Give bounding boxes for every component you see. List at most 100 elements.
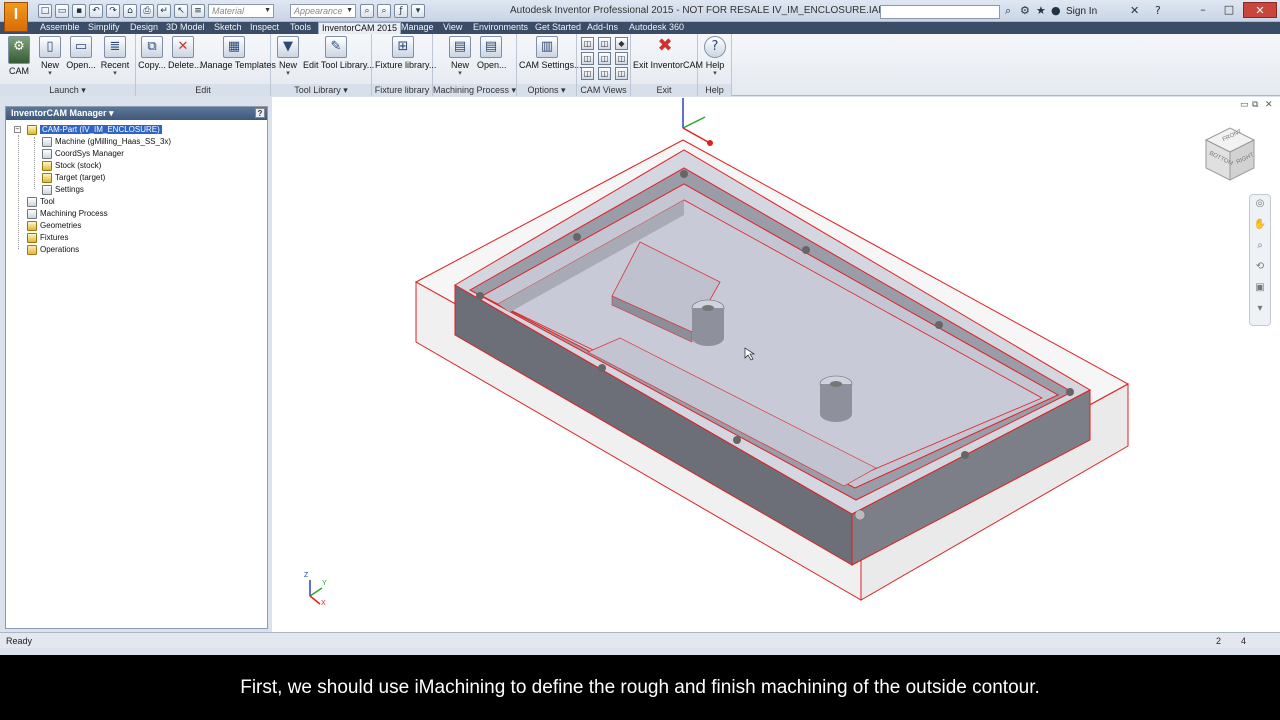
sign-in-link[interactable]: Sign In <box>1066 6 1097 17</box>
viewport-minimize-icon[interactable]: ▭ <box>1240 100 1249 110</box>
launch-panel: ⚙ CAM ▯ New ▾ ▭ Open... ≣ Recent ▾ Launch … <box>0 34 136 96</box>
formula-icon[interactable]: ƒ <box>394 4 408 18</box>
copy-button[interactable]: ⧉ Copy... <box>138 36 166 70</box>
tab-inspect[interactable]: Inspect <box>247 22 282 34</box>
manage-templates-button[interactable]: ▦ Manage Templates <box>200 36 276 70</box>
tab-tools[interactable]: Tools <box>287 22 314 34</box>
viewport-close-icon[interactable]: ✕ <box>1265 100 1273 110</box>
exit-inventorcam-button[interactable]: ✖ Exit InventorCAM <box>633 36 703 71</box>
print-icon[interactable]: ⎙ <box>140 4 154 18</box>
view-cube-icon[interactable]: ◫ <box>615 52 628 65</box>
search-icon[interactable]: ⌕ <box>1005 4 1011 18</box>
view-cube-icon[interactable]: ◫ <box>598 67 611 80</box>
return-icon[interactable]: ↵ <box>157 4 171 18</box>
favorites-star-icon[interactable]: ★ <box>1036 4 1046 17</box>
home-icon[interactable]: ⌂ <box>123 4 137 18</box>
graphics-viewport[interactable]: ▭ ⧉ ✕ <box>272 97 1280 632</box>
tab-sketch[interactable]: Sketch <box>211 22 245 34</box>
fixture-library-button[interactable]: ⊞ Fixture library... <box>375 36 436 70</box>
new-machining-process-button[interactable]: ▤ New ▾ <box>449 36 471 78</box>
manager-header[interactable]: InventorCAM Manager ▾ ? <box>6 107 267 120</box>
view-cube-icon[interactable]: ◫ <box>581 52 594 65</box>
status-text: Ready <box>6 636 33 646</box>
help-icon[interactable]: ? <box>1155 4 1161 17</box>
machining-process-panel-label[interactable]: Machining Process ▾ <box>433 84 516 96</box>
steering-wheel-icon[interactable]: ◎ <box>1250 198 1270 216</box>
tab-add-ins[interactable]: Add-Ins <box>584 22 621 34</box>
select-icon[interactable]: ↖ <box>174 4 188 18</box>
tree-item-machine[interactable]: Machine (gMilling_Haas_SS_3x) <box>42 136 171 147</box>
magnify-icon[interactable]: ⌕ <box>377 4 391 18</box>
tab-inventorcam-2015[interactable]: InventorCAM 2015 <box>318 22 402 34</box>
maximize-button[interactable]: □ <box>1216 2 1242 18</box>
tab-manage[interactable]: Manage <box>398 22 437 34</box>
open-file-icon[interactable]: ▭ <box>55 4 69 18</box>
delete-button[interactable]: ✕ Delete... <box>168 36 202 70</box>
pan-hand-icon[interactable]: ✋ <box>1250 219 1270 237</box>
new-cam-part-button[interactable]: ▯ New ▾ <box>38 36 62 78</box>
view-cube-icon[interactable]: ◫ <box>615 67 628 80</box>
cam-settings-button[interactable]: ▥ CAM Settings... <box>519 36 582 70</box>
tab-environments[interactable]: Environments <box>470 22 531 34</box>
appearance-dropdown[interactable]: Appearance ▼ <box>290 4 356 18</box>
open-cam-part-button[interactable]: ▭ Open... <box>66 36 96 70</box>
target-icon <box>42 172 52 183</box>
manager-help-icon[interactable]: ? <box>255 108 265 118</box>
application-menu-button[interactable]: I <box>4 2 28 32</box>
close-button[interactable]: ✕ <box>1243 2 1277 18</box>
zoom-icon[interactable]: ⌕ <box>360 4 374 18</box>
view-cube-icon[interactable]: ◆ <box>615 37 628 50</box>
new-tool-library-button[interactable]: ▼ New ▾ <box>277 36 299 78</box>
orbit-icon[interactable]: ⟲ <box>1250 261 1270 279</box>
tab-assemble[interactable]: Assemble <box>37 22 83 34</box>
edit-tool-library-button[interactable]: ✎ Edit Tool Library... <box>303 36 374 70</box>
tab-get-started[interactable]: Get Started <box>532 22 584 34</box>
tab-design[interactable]: Design <box>127 22 161 34</box>
tree-item-machining-process[interactable]: Machining Process <box>27 208 108 219</box>
tab-view[interactable]: View <box>440 22 465 34</box>
help-button[interactable]: ? Help ▾ <box>703 36 727 78</box>
viewport-restore-icon[interactable]: ⧉ <box>1252 100 1258 110</box>
zoom-icon[interactable]: ⌕ <box>1250 240 1270 258</box>
tree-item-fixtures[interactable]: Fixtures <box>27 232 68 243</box>
tab-simplify[interactable]: Simplify <box>85 22 123 34</box>
view-cube-icon[interactable]: ◫ <box>598 52 611 65</box>
properties-icon[interactable]: ≡ <box>191 4 205 18</box>
tree-item-operations[interactable]: Operations <box>27 244 79 255</box>
tree-item-cam-part[interactable]: CAM-Part (IV_IM_ENCLOSURE) <box>27 124 162 135</box>
dropdown-icon[interactable]: ▾ <box>411 4 425 18</box>
recent-button[interactable]: ≣ Recent ▾ <box>100 36 130 78</box>
tab-3d-model[interactable]: 3D Model <box>163 22 208 34</box>
new-document-icon: ▯ <box>39 36 61 58</box>
tree-item-stock[interactable]: Stock (stock) <box>42 160 101 171</box>
options-panel-label[interactable]: Options ▾ <box>517 84 576 96</box>
new-file-icon[interactable]: □ <box>38 4 52 18</box>
material-dropdown[interactable]: Material ▼ <box>208 4 274 18</box>
exchange-apps-icon[interactable]: ✕ <box>1130 4 1139 17</box>
save-icon[interactable]: ▪ <box>72 4 86 18</box>
tab-autodesk-360[interactable]: Autodesk 360 <box>626 22 687 34</box>
undo-icon[interactable]: ↶ <box>89 4 103 18</box>
user-icon[interactable]: ● <box>1051 4 1061 17</box>
launch-panel-label[interactable]: Launch ▾ <box>0 84 135 96</box>
tree-item-tool[interactable]: Tool <box>27 196 55 207</box>
cam-button[interactable]: ⚙ CAM <box>6 36 32 76</box>
operations-folder-icon <box>27 244 37 255</box>
minimize-button[interactable]: – <box>1190 2 1216 18</box>
help-search-input[interactable] <box>880 5 1000 19</box>
tree-item-geometries[interactable]: Geometries <box>27 220 81 231</box>
redo-icon[interactable]: ↷ <box>106 4 120 18</box>
tree-item-coordsys[interactable]: CoordSys Manager <box>42 148 124 159</box>
subscription-icon[interactable]: ⚙ <box>1020 4 1030 17</box>
view-cube-icon[interactable]: ◫ <box>581 67 594 80</box>
tree-item-settings[interactable]: Settings <box>42 184 84 195</box>
open-machining-process-button[interactable]: ▤ Open... <box>477 36 507 70</box>
navbar-menu-icon[interactable]: ▾ <box>1250 303 1270 321</box>
tree-item-target[interactable]: Target (target) <box>42 172 105 183</box>
tool-library-panel-label[interactable]: Tool Library ▾ <box>271 84 371 96</box>
look-at-icon[interactable]: ▣ <box>1250 282 1270 300</box>
view-cube-icon[interactable]: ◫ <box>598 37 611 50</box>
collapse-icon[interactable]: − <box>14 126 21 133</box>
appearance-dropdown-value: Appearance <box>294 6 343 16</box>
view-cube-icon[interactable]: ◫ <box>581 37 594 50</box>
